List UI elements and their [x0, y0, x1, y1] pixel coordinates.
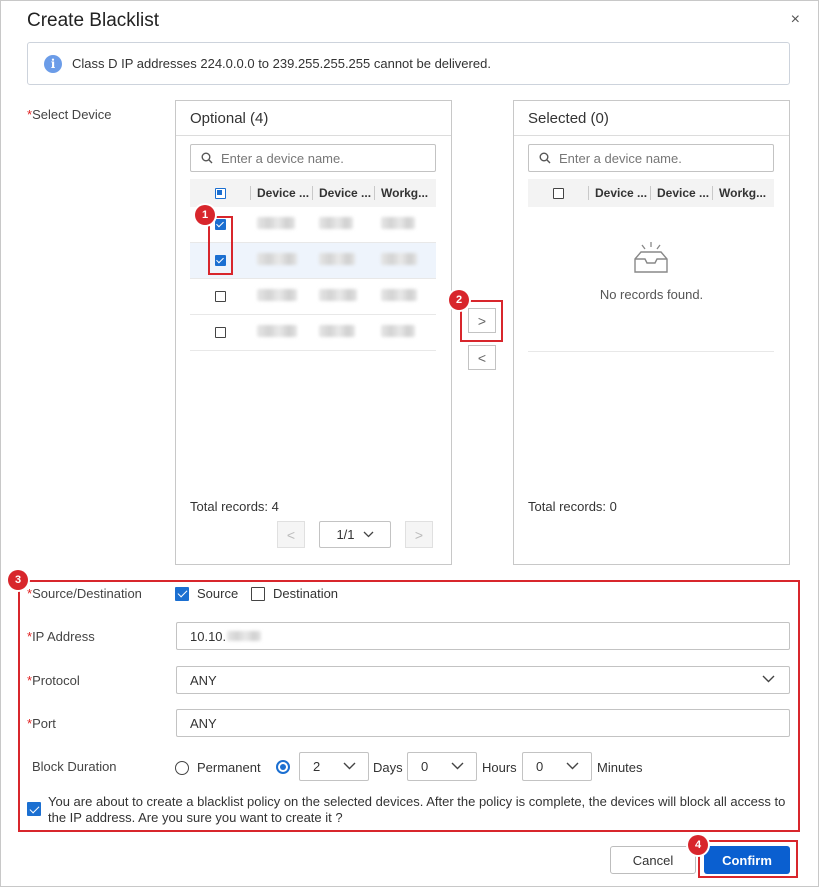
- selected-panel-title: Selected (0): [528, 110, 609, 127]
- annotation-badge-4: 4: [688, 835, 708, 855]
- info-banner: i Class D IP addresses 224.0.0.0 to 239.…: [27, 42, 790, 85]
- annotation-box-4: [698, 840, 798, 878]
- redacted-cell: [319, 217, 353, 229]
- page-select[interactable]: 1/1: [319, 521, 391, 548]
- optional-table-header: Device ... Device ... Workg...: [190, 179, 436, 207]
- info-icon: i: [44, 54, 62, 73]
- empty-inbox-icon: [634, 242, 668, 273]
- redacted-cell: [257, 289, 297, 301]
- selected-table-header: Device ... Device ... Workg...: [528, 179, 774, 207]
- select-all-checkbox[interactable]: [214, 187, 226, 199]
- redacted-cell: [319, 289, 357, 301]
- select-all-cell: [190, 179, 250, 207]
- column-header[interactable]: Device ...: [312, 186, 374, 200]
- selected-search-field[interactable]: [559, 150, 759, 166]
- annotation-box-3: [18, 580, 800, 832]
- table-row[interactable]: [190, 315, 436, 351]
- row-checkbox[interactable]: [214, 291, 226, 302]
- optional-search-field[interactable]: [221, 150, 421, 166]
- search-icon: [539, 152, 551, 164]
- prev-page-button[interactable]: <: [277, 521, 305, 548]
- divider: [514, 135, 789, 136]
- move-left-button[interactable]: <: [468, 345, 496, 370]
- column-header[interactable]: Device ...: [588, 186, 650, 200]
- redacted-cell: [319, 325, 355, 337]
- select-all-cell: [528, 179, 588, 207]
- selected-search-input[interactable]: [528, 144, 774, 172]
- optional-search-input[interactable]: [190, 144, 436, 172]
- create-blacklist-dialog: Create Blacklist × i Class D IP addresse…: [0, 0, 819, 887]
- annotation-box-1: [208, 216, 233, 275]
- cancel-button[interactable]: Cancel: [610, 846, 696, 874]
- select-device-text: Select Device: [32, 107, 112, 122]
- redacted-cell: [381, 217, 415, 229]
- no-records-text: No records found.: [599, 287, 704, 302]
- selected-total-records: Total records: 0: [528, 499, 617, 514]
- select-device-label: *Select Device: [27, 107, 112, 122]
- row-checkbox[interactable]: [214, 327, 226, 338]
- divider: [176, 135, 451, 136]
- redacted-cell: [381, 253, 417, 265]
- redacted-cell: [319, 253, 355, 265]
- chevron-down-icon: [363, 531, 373, 538]
- pagination: < 1/1 >: [277, 521, 433, 548]
- search-icon: [201, 152, 213, 164]
- column-header[interactable]: Workg...: [712, 186, 774, 200]
- page-value: 1/1: [336, 527, 355, 542]
- dialog-title: Create Blacklist: [27, 10, 159, 31]
- annotation-badge-1: 1: [195, 205, 215, 225]
- next-page-button[interactable]: >: [405, 521, 433, 548]
- selected-panel: Selected (0) Device ... Device ... Workg…: [513, 100, 790, 565]
- close-icon[interactable]: ×: [791, 11, 800, 29]
- annotation-badge-2: 2: [449, 290, 469, 310]
- info-text: Class D IP addresses 224.0.0.0 to 239.25…: [72, 56, 491, 71]
- redacted-cell: [381, 289, 417, 301]
- redacted-cell: [257, 217, 295, 229]
- redacted-cell: [381, 325, 415, 337]
- redacted-cell: [257, 325, 297, 337]
- select-all-checkbox[interactable]: [552, 187, 564, 199]
- optional-panel: Optional (4) Device ... Device ... Workg…: [175, 100, 452, 565]
- divider: [528, 351, 774, 352]
- column-header[interactable]: Device ...: [250, 186, 312, 200]
- column-header[interactable]: Workg...: [374, 186, 436, 200]
- table-row[interactable]: [190, 279, 436, 315]
- optional-panel-title: Optional (4): [190, 110, 269, 127]
- optional-total-records: Total records: 4: [190, 499, 279, 514]
- redacted-cell: [257, 253, 297, 265]
- column-header[interactable]: Device ...: [650, 186, 712, 200]
- annotation-badge-3: 3: [8, 570, 28, 590]
